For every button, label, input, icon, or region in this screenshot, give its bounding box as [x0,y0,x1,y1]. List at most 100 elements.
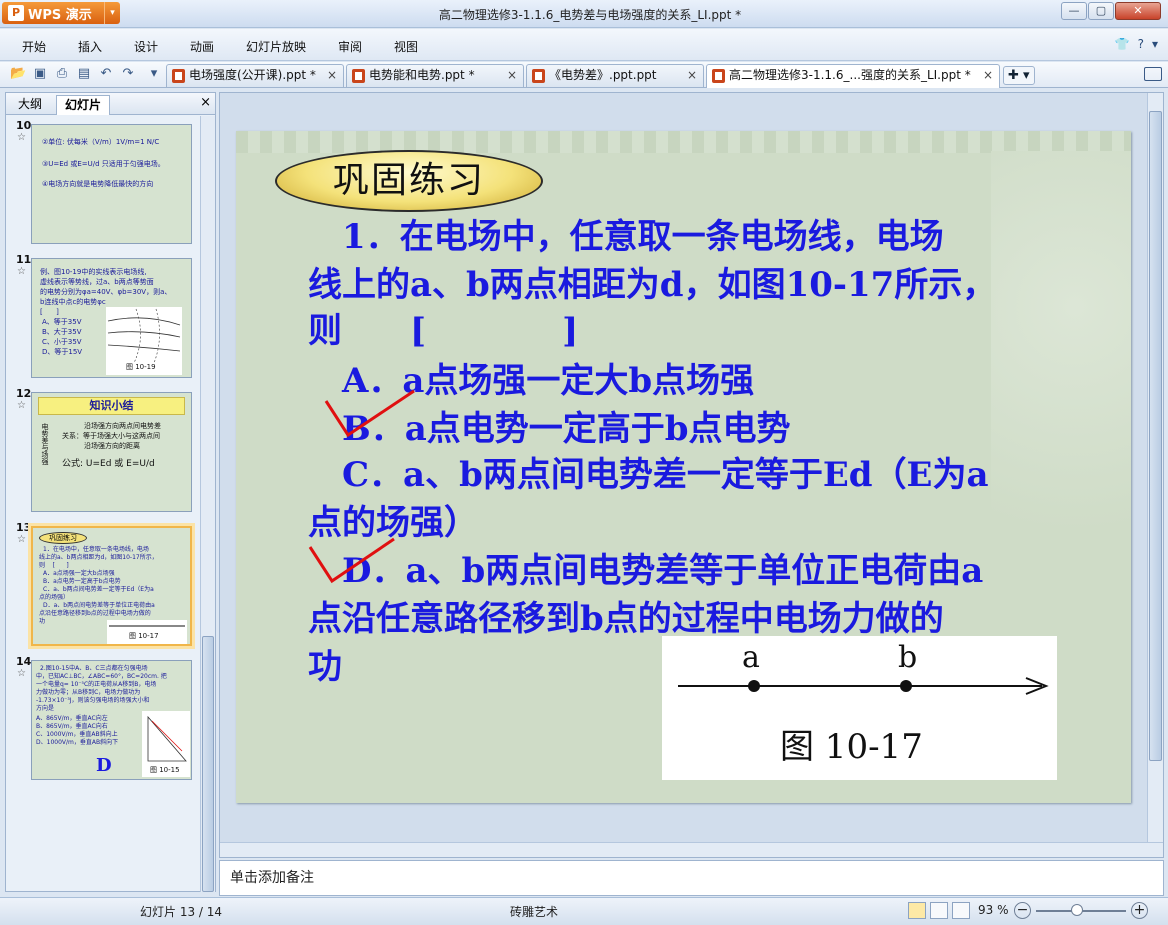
thumb-title: 巩固练习 [39,532,87,544]
quick-toolbar: 📂 ▣ ⎙ ▤ ↶ ↷ ▾ 电场强度(公开课).ppt * × 电势能和电势.p… [0,62,1168,88]
menu-review[interactable]: 审阅 [338,38,362,55]
close-button[interactable]: ✕ [1115,2,1161,20]
thumb-answer-letter: D [96,755,112,776]
field-line-diagram [678,677,1049,695]
thumb-caption: 图 10-19 [126,363,156,371]
thumb-line: ③U=Ed 或E=U/d 只适用于匀强电场。 [42,160,165,168]
menu-insert[interactable]: 插入 [78,38,102,55]
tab-close-icon[interactable]: × [507,65,517,86]
thumb-caption: 图 10-17 [129,632,159,640]
theme-name: 砖雕艺术 [510,905,559,919]
option-d[interactable]: D．a、b两点间电势差等于单位正电荷由a [308,549,983,593]
thumb-line: C、小于35V [42,338,82,346]
help-icon[interactable]: ? [1138,37,1144,51]
notes-pane[interactable]: 单击添加备注 [219,860,1164,896]
slide-sorter-icon[interactable] [930,902,948,919]
chevron-down-icon[interactable]: ▾ [104,2,120,24]
slide-editor: 巩固练习 1．在电场中，任意取一条电场线，电场 线上的a、b两点相距为d，如图1… [219,92,1164,858]
option-d-continued[interactable]: 点沿任意路径移到b点的过程中电场力做的 [308,597,944,641]
slide-thumbnail-12[interactable]: 知识小结 电势差与场强 沿场强方向两点间电势差 关系：等于场强大小与这两点间 沿… [31,392,192,512]
slide-thumbnail-14[interactable]: 2.图10-15中A、B、C三点都在匀强电场 中，已知AC⊥BC，∠ABC=60… [31,660,192,780]
question-line[interactable]: 1．在电场中，任意取一条电场线，电场 [308,215,944,259]
check-mark-b-icon [324,389,415,438]
zoom-in-button[interactable]: + [1131,902,1148,919]
zoom-slider-thumb[interactable] [1071,904,1083,916]
thumb-line: 公式: U=Ed 或 E=U/d [62,459,155,469]
option-d-end[interactable]: 功 [308,645,342,689]
thumb-line: 2.图10-15中A、B、C三点都在匀强电场 [40,665,148,672]
thumb-line: D．a、b两点间电势差等于单位正电荷由a [43,602,155,609]
option-c[interactable]: C．a、b两点间电势差一定等于Ed（E为a [308,453,989,497]
thumb-line: B．a点电势一定高于b点电势 [43,578,121,585]
maximize-button[interactable]: ▢ [1088,2,1114,20]
star-icon: ☆ [17,132,26,143]
app-name: WPS 演示 [28,7,92,23]
toolbar-dropdown-icon[interactable]: ▾ [146,66,162,82]
slideshow-icon[interactable] [952,902,970,919]
thumb-line: [ ] [40,308,59,316]
thumb-figure: 图 10-17 [107,620,187,644]
menu-design[interactable]: 设计 [134,38,158,55]
tab-close-icon[interactable]: × [983,65,993,86]
undo-icon[interactable]: ↶ [98,66,114,82]
star-icon: ☆ [17,266,26,277]
menu-home[interactable]: 开始 [22,38,46,55]
window-layout-icon[interactable] [1144,67,1162,81]
doc-tab-2[interactable]: 电势能和电势.ppt * × [346,64,524,87]
thumb-line: 力做功为零；从B移到C，电场力做功为 [36,689,141,696]
thumb-line: 方向是 [36,705,55,712]
menu-view[interactable]: 视图 [394,38,418,55]
slide-thumbnail-11[interactable]: 例、图10-19中的实线表示电场线, 虚线表示等势线，过a、b两点等势面 的电势… [31,258,192,378]
thumb-line: ②单位: 伏每米（V/m）1V/m=1 N/C [42,138,160,146]
thumb-line: A、等于35V [42,318,82,326]
editor-horizontal-scrollbar[interactable] [220,842,1163,857]
skin-icon[interactable]: 👕 [1115,37,1130,51]
zoom-out-button[interactable]: − [1014,902,1031,919]
new-tab-button[interactable]: ✚ ▾ [1003,66,1035,85]
normal-view-icon[interactable] [908,902,926,919]
window-title: 高二物理选修3-1.1.6_电势差与电场强度的关系_LI.ppt * [438,8,742,22]
menu-animation[interactable]: 动画 [190,38,214,55]
doc-tab-label: 电势能和电势.ppt * [369,68,475,82]
tab-close-icon[interactable]: × [687,65,697,86]
thumb-line: 点的场强） [39,594,70,601]
help-dropdown-icon[interactable]: ▾ [1152,37,1158,51]
point-a-label: a [742,640,760,675]
menu-slideshow[interactable]: 幻灯片放映 [246,38,306,55]
minimize-button[interactable]: — [1061,2,1087,20]
thumb-title: 知识小结 [38,397,185,415]
tab-close-icon[interactable]: × [327,65,337,86]
doc-tab-active[interactable]: 高二物理选修3-1.1.6_...强度的关系_LI.ppt * × [706,64,1000,88]
tab-outline[interactable]: 大纲 [10,95,50,115]
slide-thumbnail-10[interactable]: ②单位: 伏每米（V/m）1V/m=1 N/C ③U=Ed 或E=U/d 只适用… [31,124,192,244]
tab-slides[interactable]: 幻灯片 [56,95,111,115]
thumb-line: b连线中点c的电势φc [40,298,106,306]
redo-icon[interactable]: ↷ [120,66,136,82]
save-icon[interactable]: ▣ [32,66,48,82]
thumbnail-scrollbar[interactable] [200,116,215,892]
app-menu-button[interactable]: P WPS 演示 ▾ [2,2,120,24]
print-preview-icon[interactable]: ▤ [76,66,92,82]
doc-tab-1[interactable]: 电场强度(公开课).ppt * × [166,64,344,87]
figure-10-17[interactable]: a b 图 10-17 [662,636,1057,780]
panel-close-icon[interactable]: × [200,95,211,110]
question-line[interactable]: 则 [ ] [308,309,578,353]
scrollbar-thumb[interactable] [202,636,214,892]
doc-tab-3[interactable]: 《电势差》.ppt.ppt × [526,64,704,87]
thumb-figure: 图 10-19 [106,307,182,375]
check-mark-d-icon [308,537,395,584]
folder-icon[interactable]: 📂 [10,66,26,82]
slide-thumbnail-13-selected[interactable]: 巩固练习 1．在电场中，任意取一条电场线，电场 线上的a、b两点相距为d，如图1… [31,526,192,646]
thumb-line: 功 [39,618,46,625]
thumb-line: 沿场强方向两点间电势差 [84,422,161,430]
scrollbar-thumb[interactable] [1149,111,1162,761]
print-icon[interactable]: ⎙ [54,66,70,82]
doc-tab-label: 高二物理选修3-1.1.6_...强度的关系_LI.ppt * [729,68,971,82]
thumb-line: B、大于35V [42,328,82,336]
thumb-line: 1．在电场中，任意取一条电场线，电场 [43,546,149,553]
slide-title[interactable]: 巩固练习 [275,150,543,212]
editor-vertical-scrollbar[interactable] [1147,93,1163,842]
slide-canvas[interactable]: 巩固练习 1．在电场中，任意取一条电场线，电场 线上的a、b两点相距为d，如图1… [236,131,1131,803]
question-line[interactable]: 线上的a、b两点相距为d，如图10-17所示， [308,263,996,307]
slide-decoration [991,151,1131,671]
